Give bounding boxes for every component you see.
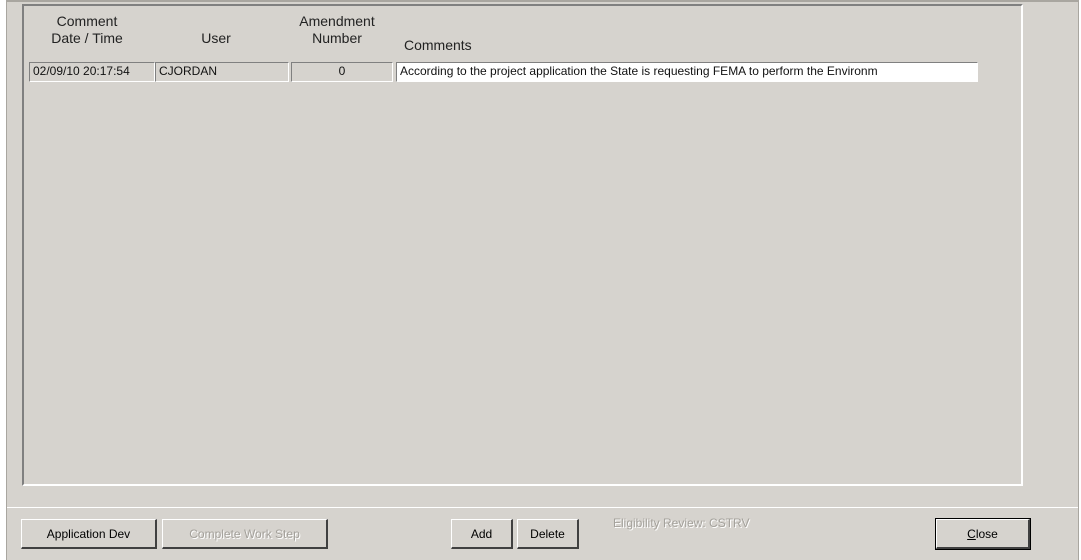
- header-date-time-line2: Date / Time: [51, 30, 123, 46]
- row-comment-field[interactable]: According to the project application the…: [396, 62, 978, 82]
- complete-work-step-button[interactable]: Complete Work Step: [162, 519, 328, 549]
- close-button[interactable]: Close: [935, 518, 1031, 550]
- eligibility-review-status: Eligibility Review: CSTRV: [613, 516, 750, 530]
- comments-window: Comment Date / Time User Amendment Numbe…: [6, 0, 1079, 560]
- header-user: User: [201, 30, 231, 46]
- row-amendment-number-cell[interactable]: 0: [291, 62, 393, 82]
- row-date-time-cell[interactable]: 02/09/10 20:17:54: [29, 62, 155, 82]
- add-button[interactable]: Add: [451, 519, 513, 549]
- delete-button[interactable]: Delete: [517, 519, 579, 549]
- row-user-cell[interactable]: CJORDAN: [155, 62, 289, 82]
- header-comment-line1: Comment: [56, 13, 118, 29]
- header-amendment-line1: Amendment: [299, 13, 375, 29]
- header-comment-date-time: Comment Date / Time: [37, 13, 137, 47]
- header-comments: Comments: [404, 37, 472, 53]
- footer-separator: [7, 507, 1078, 508]
- application-dev-button[interactable]: Application Dev: [21, 519, 157, 549]
- header-number-line2: Number: [312, 30, 362, 46]
- close-label: Close: [967, 526, 998, 541]
- top-border: [7, 0, 1078, 2]
- header-amendment-number: Amendment Number: [287, 13, 387, 47]
